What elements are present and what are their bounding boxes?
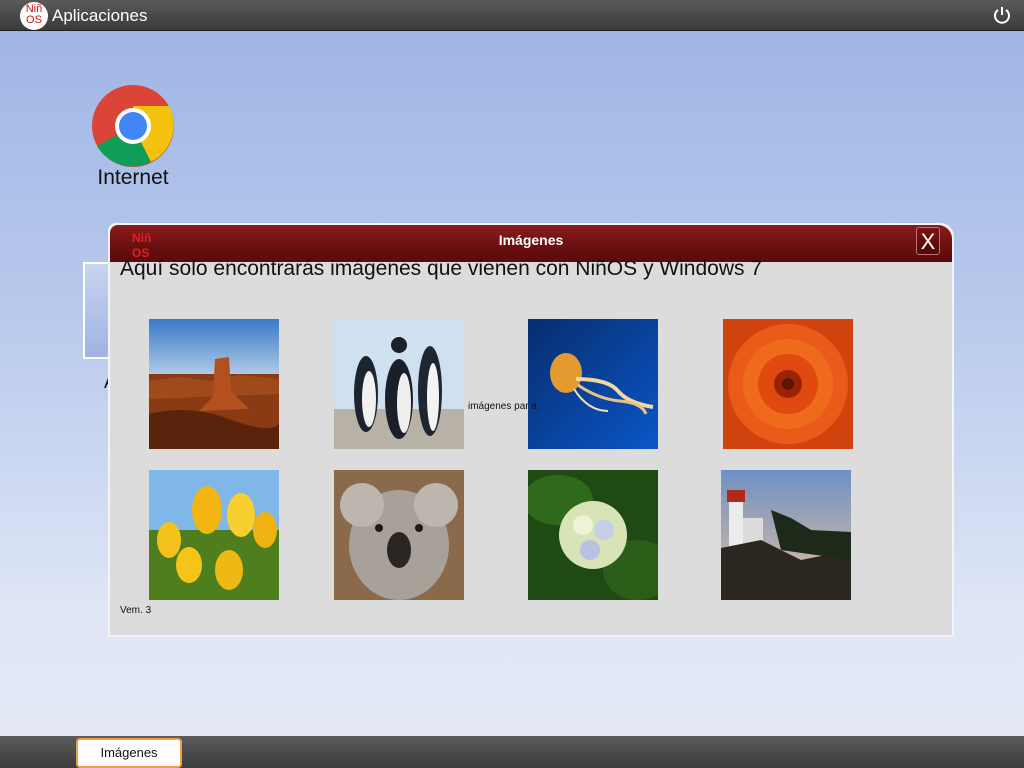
top-bar: Niñ OS Aplicaciones bbox=[0, 0, 1024, 31]
internet-label: Internet bbox=[97, 166, 169, 189]
chrysanthemum-image bbox=[723, 319, 853, 449]
thumbnail-penguins[interactable] bbox=[334, 319, 464, 449]
ninos-logo[interactable]: Niñ OS bbox=[20, 2, 48, 30]
thumbnail-koala[interactable] bbox=[334, 470, 464, 600]
internet-shortcut[interactable]: Internet bbox=[86, 84, 180, 190]
jellyfish-image bbox=[528, 319, 658, 449]
logo-line2: OS bbox=[26, 14, 42, 26]
thumbnail-desert[interactable] bbox=[149, 319, 279, 449]
version-label: Vem. 3 bbox=[120, 605, 152, 616]
taskbar: Imágenes bbox=[0, 736, 1024, 768]
thumbnail-chrysanthemum[interactable] bbox=[723, 319, 853, 449]
koala-image bbox=[334, 470, 464, 600]
lighthouse-image bbox=[721, 470, 851, 600]
images-window: Niñ OS Imágenes X Aquí solo encontrarás … bbox=[108, 223, 954, 637]
penguins-image bbox=[334, 319, 464, 449]
thumbnail-hydrangeas[interactable] bbox=[528, 470, 658, 600]
close-button[interactable]: X bbox=[916, 227, 940, 255]
desert-image bbox=[149, 319, 279, 449]
applications-menu[interactable]: Aplicaciones bbox=[52, 6, 147, 26]
window-headline: Aquí solo encontrarás imágenes que viene… bbox=[120, 257, 763, 280]
chrome-icon bbox=[92, 85, 174, 167]
tulips-image bbox=[149, 470, 279, 600]
thumbnail-lighthouse[interactable] bbox=[721, 470, 851, 600]
power-icon[interactable] bbox=[992, 5, 1012, 25]
overlapping-caption: imágenes par a bbox=[468, 401, 537, 412]
hydrangeas-image bbox=[528, 470, 658, 600]
window-title: Imágenes bbox=[498, 232, 564, 248]
taskbar-item-images[interactable]: Imágenes bbox=[76, 738, 182, 768]
thumbnail-tulips[interactable] bbox=[149, 470, 279, 600]
thumbnail-jellyfish[interactable] bbox=[528, 319, 658, 449]
